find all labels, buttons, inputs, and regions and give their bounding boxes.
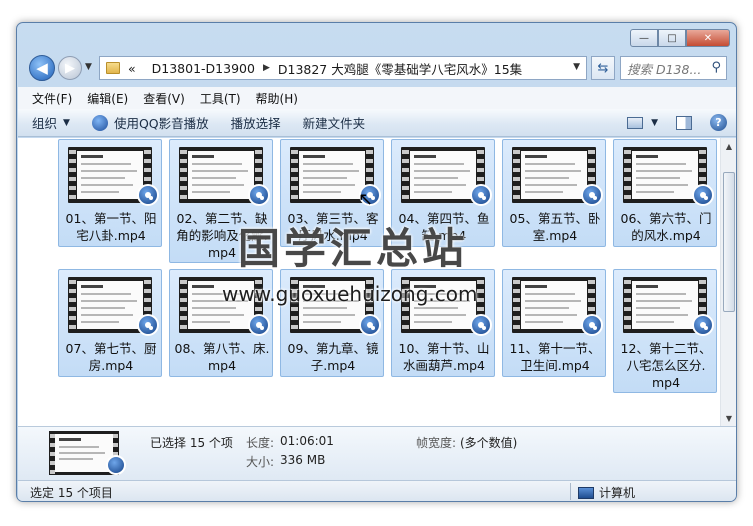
length-label: 长度:	[246, 436, 275, 450]
qq-player-icon	[248, 314, 270, 336]
length-value: 01:06:01	[280, 434, 334, 448]
minimize-button[interactable]: —	[630, 29, 658, 47]
window-caption-buttons: — □ ✕	[630, 29, 730, 47]
refresh-button[interactable]: ⇆	[591, 56, 615, 80]
size-value: 336 MB	[280, 453, 326, 467]
breadcrumb-current[interactable]: D13827 大鸡腿《零基础学八宅风水》15集	[278, 59, 522, 78]
qq-player-icon	[359, 314, 381, 336]
command-bar-right: ▼ ?	[627, 114, 727, 131]
menu-bar: 文件(F) 编辑(E) 查看(V) 工具(T) 帮助(H)	[18, 87, 736, 109]
qq-player-icon	[470, 314, 492, 336]
file-name: 08、第八节、床. mp4	[174, 341, 270, 373]
frame-width-label: 帧宽度:	[416, 436, 457, 450]
organize-button[interactable]: 组织 ▼	[32, 113, 70, 132]
status-selection-text: 选定 15 个项目	[30, 486, 113, 500]
file-name: 06、第六节、门 的风水.mp4	[620, 211, 712, 243]
vertical-scrollbar[interactable]: ▲ ▼	[720, 138, 736, 426]
view-options-dropdown[interactable]: ▼	[651, 118, 658, 128]
menu-tools[interactable]: 工具(T)	[200, 90, 241, 107]
back-button[interactable]: ◀	[29, 55, 55, 81]
file-name: 07、第七节、厨 房.mp4	[65, 341, 157, 373]
qq-player-icon	[137, 314, 159, 336]
qq-player-icon	[581, 314, 603, 336]
search-icon[interactable]: ⚲	[711, 60, 721, 75]
file-name: 01、第一节、阳 宅八卦.mp4	[65, 211, 157, 243]
file-name: 09、第九章、镜 子.mp4	[287, 341, 379, 373]
qq-player-icon	[581, 184, 603, 206]
qq-player-icon	[91, 114, 108, 131]
selected-count: 已选择 15 个项	[150, 436, 233, 450]
recent-pages-dropdown[interactable]: ▼	[85, 62, 92, 72]
qq-player-icon	[248, 184, 270, 206]
qq-player-icon	[692, 314, 714, 336]
navigation-row: ◀ ▶ ▼ « D13801-D13900 ▶ D13827 大鸡腿《零基础学八…	[17, 53, 736, 87]
play-selection-button[interactable]: 播放选择	[231, 113, 281, 132]
frame-width-value: (多个数值)	[460, 436, 518, 450]
file-item[interactable]: 07、第七节、厨 房.mp4	[58, 269, 162, 377]
maximize-button[interactable]: □	[658, 29, 686, 47]
search-placeholder: 搜索 D138...	[627, 61, 702, 77]
forward-button[interactable]: ▶	[58, 56, 82, 80]
computer-icon	[578, 486, 594, 499]
menu-edit[interactable]: 编辑(E)	[87, 90, 128, 107]
menu-file[interactable]: 文件(F)	[32, 90, 72, 107]
change-view-icon[interactable]	[627, 116, 644, 129]
file-item[interactable]: 01、第一节、阳 宅八卦.mp4	[58, 139, 162, 247]
chevron-right-icon[interactable]: ▶	[263, 63, 270, 73]
qq-player-icon	[137, 184, 159, 206]
status-bar: 选定 15 个项目 计算机	[18, 480, 736, 501]
file-item[interactable]: 11、第十一节、 卫生间.mp4	[502, 269, 606, 377]
file-name: 10、第十节、山 水画葫芦.mp4	[398, 341, 490, 373]
qq-player-icon	[470, 184, 492, 206]
search-input[interactable]: 搜索 D138... ⚲	[620, 56, 727, 80]
watermark-text: 国学汇总站	[238, 224, 469, 273]
scroll-up-arrow[interactable]: ▲	[721, 138, 736, 154]
close-button[interactable]: ✕	[686, 29, 730, 47]
preview-pane-icon[interactable]	[676, 115, 692, 130]
new-folder-label: 新建文件夹	[302, 116, 366, 131]
folder-icon	[106, 62, 120, 74]
play-with-qq-button[interactable]: 使用QQ影音播放	[91, 113, 209, 132]
command-bar: 组织 ▼ 使用QQ影音播放 播放选择 新建文件夹 ▼ ?	[18, 109, 736, 137]
file-item[interactable]: 06、第六节、门 的风水.mp4	[613, 139, 717, 247]
scroll-thumb[interactable]	[723, 172, 735, 312]
help-icon[interactable]: ?	[710, 114, 727, 131]
address-dropdown[interactable]: ▼	[573, 62, 580, 72]
watermark-url: www.guoxuehuizong.com	[222, 282, 478, 306]
file-item[interactable]: 05、第五节、卧 室.mp4	[502, 139, 606, 247]
qq-player-icon	[692, 184, 714, 206]
menu-help[interactable]: 帮助(H)	[256, 90, 298, 107]
status-divider	[570, 483, 571, 500]
file-name: 05、第五节、卧 室.mp4	[509, 211, 601, 243]
play-selection-label: 播放选择	[230, 116, 281, 131]
menu-view[interactable]: 查看(V)	[143, 90, 185, 107]
new-folder-button[interactable]: 新建文件夹	[303, 113, 366, 132]
play-with-qq-label: 使用QQ影音播放	[113, 116, 209, 131]
address-bar[interactable]: « D13801-D13900 ▶ D13827 大鸡腿《零基础学八宅风水》15…	[99, 56, 587, 80]
scroll-down-arrow[interactable]: ▼	[721, 410, 736, 426]
file-item[interactable]: 12、第十二节、 八宅怎么区分. mp4	[613, 269, 717, 393]
status-location: 计算机	[578, 484, 635, 501]
file-name: 11、第十一节、 卫生间.mp4	[509, 341, 601, 373]
details-pane: 已选择 15 个项 长度: 01:06:01 大小: 336 MB 帧宽度: (…	[18, 426, 736, 480]
mouse-cursor-icon: ↖	[358, 189, 374, 210]
chevron-down-icon: ▼	[63, 117, 70, 128]
organize-label: 组织	[32, 116, 58, 131]
status-location-label: 计算机	[599, 486, 636, 500]
breadcrumb-parent[interactable]: D13801-D13900	[152, 61, 255, 76]
qq-player-icon	[106, 455, 126, 475]
size-label: 大小:	[246, 455, 275, 469]
file-name: 12、第十二节、 八宅怎么区分. mp4	[620, 341, 712, 390]
breadcrumb-overflow[interactable]: «	[128, 61, 136, 76]
